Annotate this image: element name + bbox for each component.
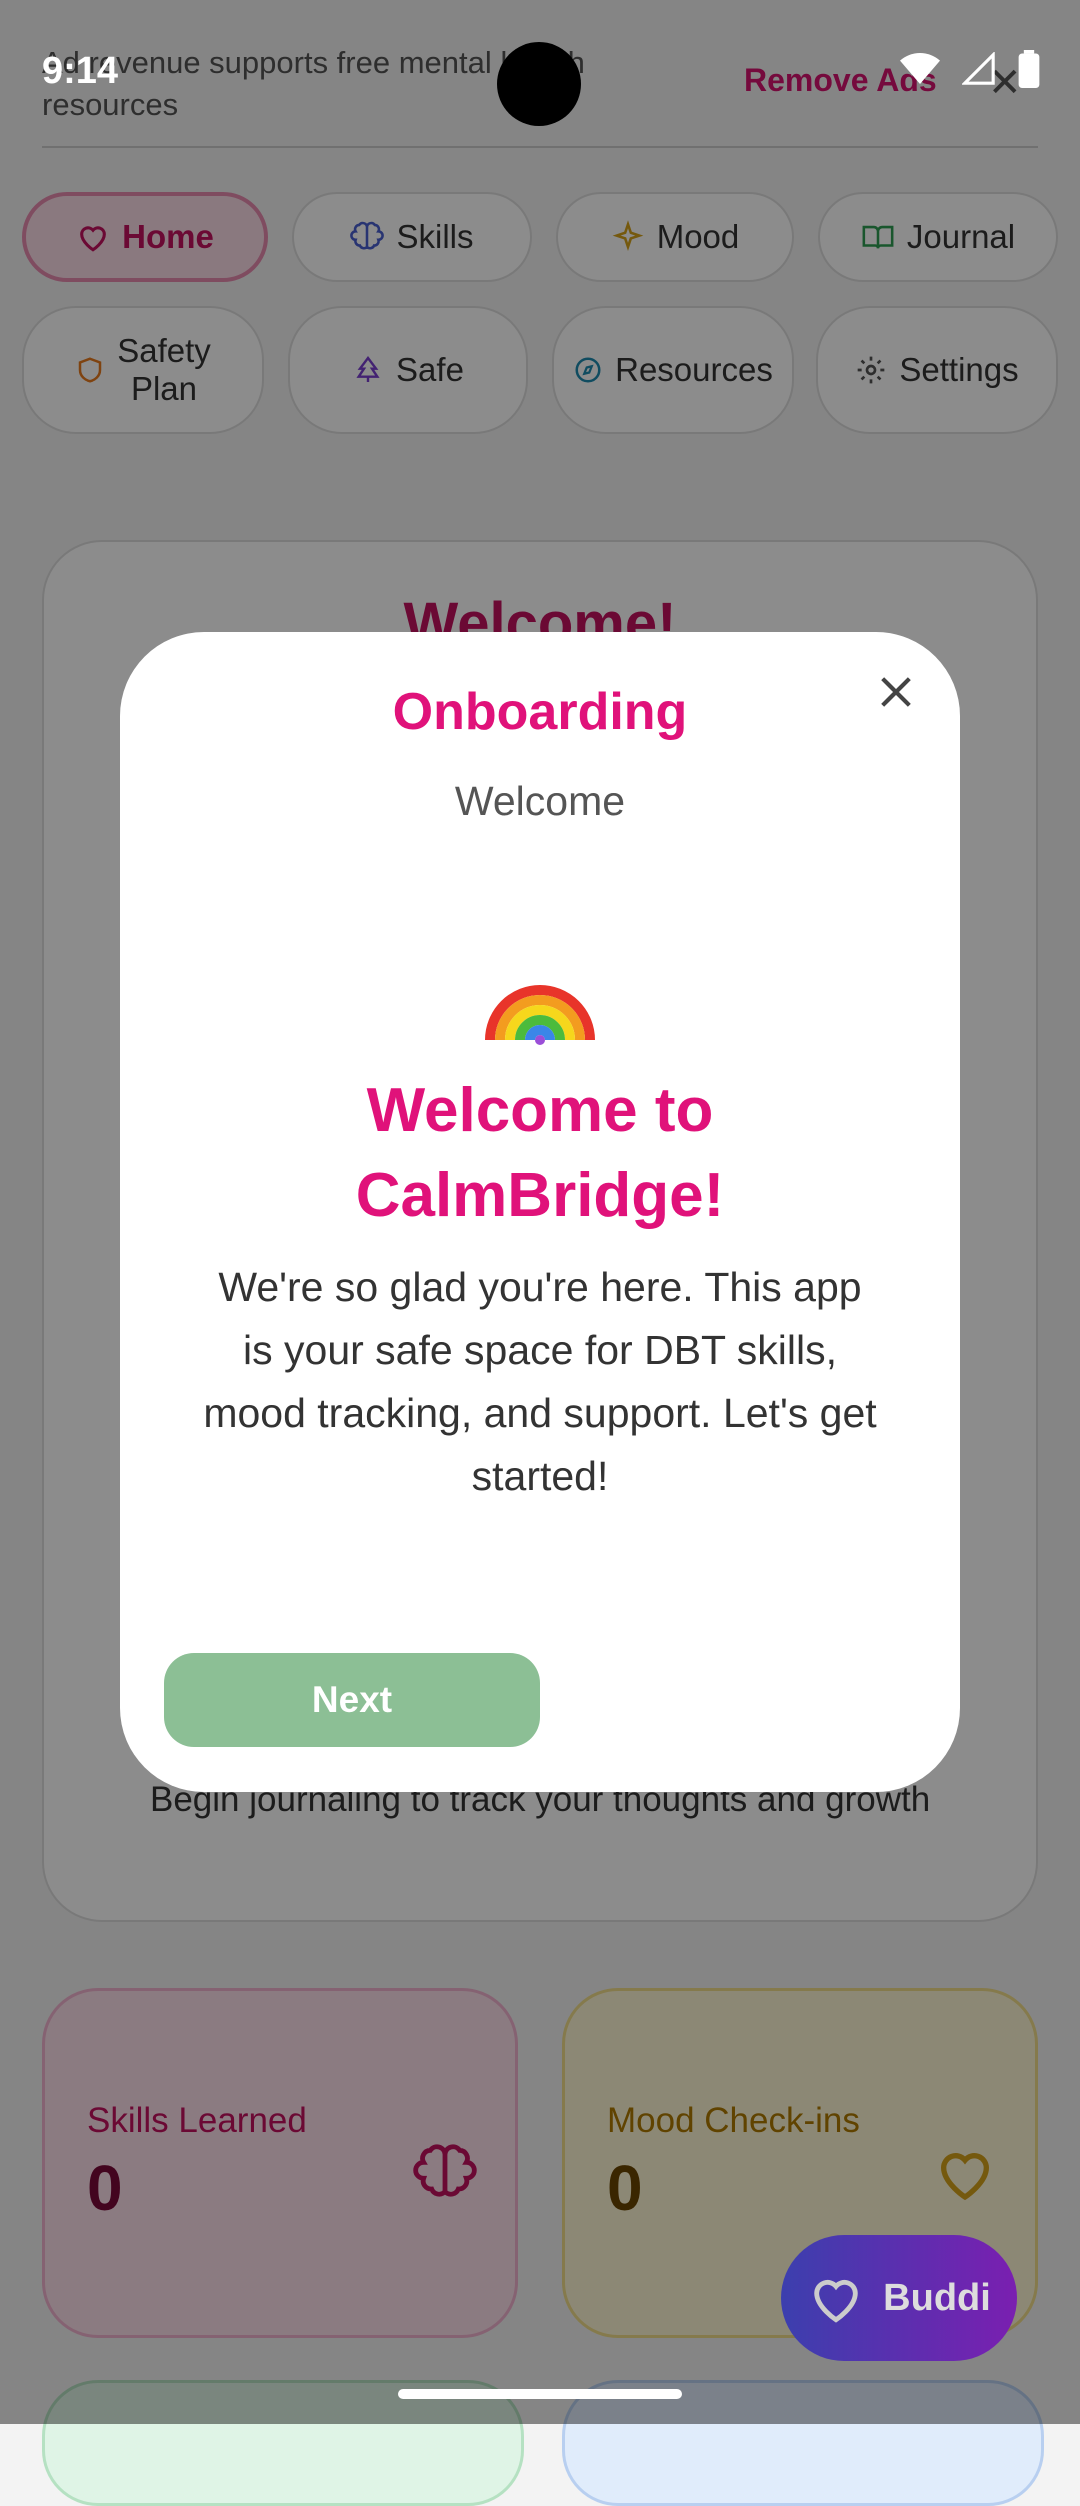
- status-icons: [900, 50, 1040, 88]
- modal-title: Onboarding: [392, 683, 688, 741]
- signal-icon: [962, 52, 995, 85]
- modal-body: We're so glad you're here. This app is y…: [203, 1264, 877, 1499]
- buddi-label: Buddi: [883, 2276, 991, 2319]
- modal-subtitle: Welcome: [454, 778, 626, 824]
- wifi-icon: [900, 53, 940, 84]
- status-time: 9:14: [42, 50, 119, 92]
- battery-icon: [1018, 50, 1040, 88]
- modal-heading: Welcome to CalmBridge!: [355, 1076, 725, 1230]
- camera-cutout: [497, 42, 581, 126]
- buddi-button[interactable]: Buddi: [781, 2235, 1017, 2361]
- next-button[interactable]: Next: [164, 1653, 540, 1747]
- heart-icon: [814, 2279, 858, 2323]
- close-icon[interactable]: [876, 672, 916, 712]
- home-indicator[interactable]: [398, 2389, 682, 2399]
- rainbow-icon: [485, 985, 595, 1045]
